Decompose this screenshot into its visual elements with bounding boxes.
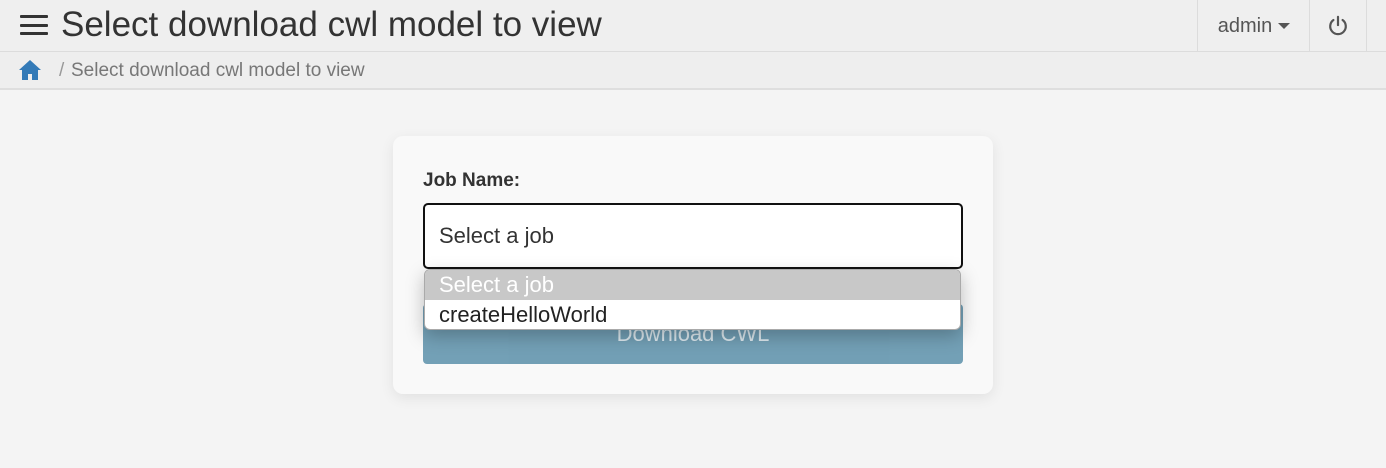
breadcrumb: / Select download cwl model to view <box>0 52 1386 90</box>
download-card: Job Name: Select a job Download CWL <box>393 136 993 394</box>
power-icon <box>1329 15 1347 36</box>
breadcrumb-current: Select download cwl model to view <box>71 60 365 81</box>
home-icon[interactable] <box>18 59 42 81</box>
logout-button[interactable] <box>1309 0 1367 52</box>
page-title: Select download cwl model to view <box>61 5 602 44</box>
user-menu-dropdown[interactable]: admin <box>1197 0 1310 52</box>
user-name: admin <box>1217 14 1273 37</box>
option-createhelloworld[interactable]: createHelloWorld <box>425 300 960 329</box>
hamburger-icon[interactable] <box>20 13 48 37</box>
breadcrumb-separator: / <box>59 60 65 81</box>
job-select-dropdown: Select a job createHelloWorld <box>424 269 961 330</box>
job-name-label: Job Name: <box>423 170 521 191</box>
job-select[interactable]: Select a job <box>423 203 963 269</box>
caret-down-icon <box>1278 23 1291 29</box>
top-header: Select download cwl model to view admin <box>0 0 1386 52</box>
option-select-a-job[interactable]: Select a job <box>425 270 960 300</box>
